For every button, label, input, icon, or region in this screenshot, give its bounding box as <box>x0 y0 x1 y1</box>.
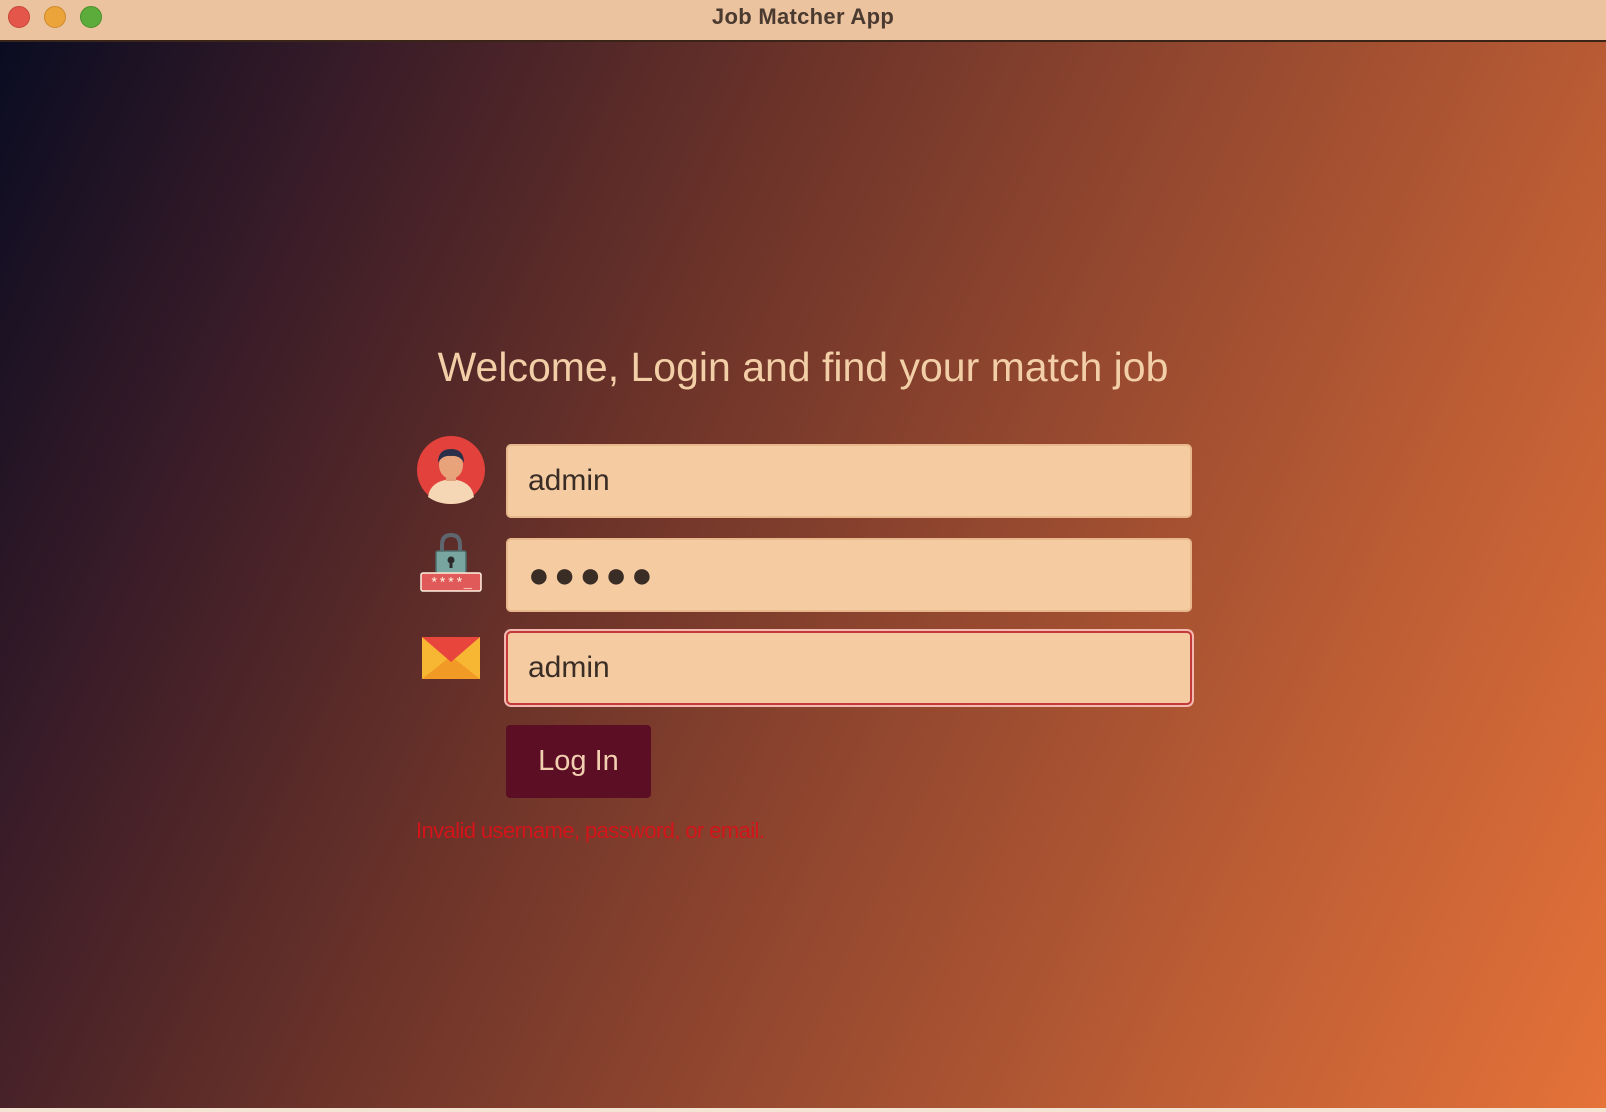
password-input[interactable]: ●●●●● <box>506 538 1192 612</box>
window-title: Job Matcher App <box>711 4 895 29</box>
login-button[interactable]: Log In <box>506 725 651 798</box>
title-bar: Job Matcher App <box>0 0 1606 42</box>
login-screen: Welcome, Login and find your match job a… <box>0 42 1606 1112</box>
email-input[interactable]: admin <box>506 631 1192 705</box>
user-avatar-icon <box>416 435 486 505</box>
svg-text:****_: ****_ <box>430 576 473 592</box>
username-input[interactable]: admin <box>506 444 1192 518</box>
envelope-icon <box>416 622 486 692</box>
welcome-heading: Welcome, Login and find your match job <box>437 344 1169 390</box>
error-message: Invalid username, password, or email. <box>416 818 765 843</box>
password-mask: ●●●●● <box>528 554 657 595</box>
window-bottom-edge <box>0 1108 1606 1112</box>
app-window: Job Matcher App Welcome, Login and find … <box>0 0 1606 1112</box>
padlock-password-icon: ****_ <box>416 529 486 599</box>
